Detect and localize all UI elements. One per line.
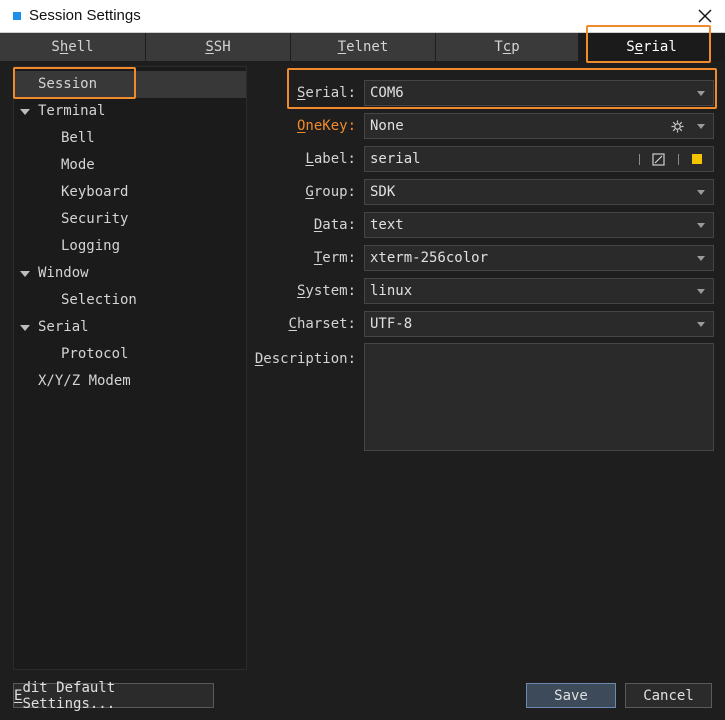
tree-item-label: Window (38, 265, 89, 281)
group-select[interactable]: SDK (364, 179, 714, 205)
tree-item-label: X/Y/Z Modem (38, 373, 131, 389)
expand-arrow-icon[interactable] (20, 271, 30, 277)
tree-item-window[interactable]: Window (14, 260, 246, 287)
tab-label-mnemonic: c (502, 39, 512, 55)
expand-arrow-icon[interactable] (20, 109, 30, 115)
tree-item-xyz-modem[interactable]: X/Y/Z Modem (14, 368, 246, 395)
settings-tree: Session Terminal Bell Mode Keyboard Secu… (13, 66, 247, 670)
label-input[interactable] (365, 147, 630, 171)
button-label: dit Default Settings... (22, 679, 116, 712)
close-button[interactable] (692, 3, 718, 29)
system-label: System: (296, 283, 356, 299)
tab-telnet[interactable]: Telnet (291, 33, 436, 61)
tab-shell[interactable]: Sh ell (0, 33, 146, 61)
tree-item-logging[interactable]: Logging (14, 233, 246, 260)
tab-label: SH (213, 39, 231, 55)
tab-label: T (494, 39, 503, 55)
tab-label-mnemonic: T (337, 39, 347, 55)
tree-item-label: Selection (61, 292, 137, 308)
charset-label: Charset: (288, 316, 356, 332)
data-select[interactable]: text (364, 212, 714, 238)
app-icon (13, 12, 21, 20)
tree-item-label: Logging (61, 238, 121, 254)
tree-item-protocol[interactable]: Protocol (14, 341, 246, 368)
term-select[interactable]: xterm-256color (364, 245, 714, 271)
system-value: linux (370, 283, 413, 299)
serial-port-value: COM6 (370, 85, 404, 101)
tab-label-mnemonic: S (205, 39, 214, 55)
chevron-down-icon (697, 256, 705, 261)
edit-square-icon[interactable] (652, 153, 665, 166)
description-textarea[interactable] (364, 343, 714, 451)
color-swatch-icon[interactable] (692, 154, 702, 164)
serial-port-select[interactable]: COM6 (364, 80, 714, 106)
button-label-mnemonic: E (14, 687, 23, 704)
tab-tcp[interactable]: Tcp (436, 33, 579, 61)
tree-item-label: Bell (61, 130, 95, 146)
separator (639, 154, 640, 165)
tab-label: ell (68, 39, 94, 55)
group-value: SDK (370, 184, 396, 200)
tree-item-label: Terminal (38, 103, 106, 119)
tree-item-terminal[interactable]: Terminal (14, 98, 246, 125)
chevron-down-icon (697, 289, 705, 294)
system-select[interactable]: linux (364, 278, 714, 304)
tab-serial[interactable]: Se rial (579, 33, 725, 61)
tree-item-selection[interactable]: Selection (14, 287, 246, 314)
window-title: Session Settings (29, 7, 141, 24)
onekey-label: OneKey: (296, 118, 356, 134)
tree-item-bell[interactable]: Bell (14, 125, 246, 152)
tab-label: S (626, 39, 635, 55)
tab-label: p (511, 39, 520, 55)
tab-label: elnet (346, 39, 389, 55)
tree-item-serial[interactable]: Serial (14, 314, 246, 341)
label-field[interactable] (364, 146, 714, 172)
chevron-down-icon (697, 91, 705, 96)
tab-label-mnemonic: h (59, 39, 69, 55)
charset-value: UTF-8 (370, 316, 413, 332)
expand-arrow-icon[interactable] (20, 325, 30, 331)
term-label: Term: (313, 250, 356, 266)
data-value: text (370, 217, 404, 233)
chevron-down-icon (697, 124, 705, 129)
tree-item-label: Keyboard (61, 184, 129, 200)
term-value: xterm-256color (370, 250, 489, 266)
save-button[interactable]: Save (526, 683, 616, 708)
chevron-down-icon (697, 223, 705, 228)
tree-item-mode[interactable]: Mode (14, 152, 246, 179)
separator (678, 154, 679, 165)
onekey-value: None (370, 118, 404, 134)
tree-item-label: Mode (61, 157, 95, 173)
tree-item-keyboard[interactable]: Keyboard (14, 179, 246, 206)
tab-label: rial (643, 39, 677, 55)
edit-default-settings-button[interactable]: Edit Default Settings... (13, 680, 214, 712)
chevron-down-icon (697, 322, 705, 327)
tab-ssh[interactable]: S SH (146, 33, 291, 61)
cancel-button[interactable]: Cancel (625, 683, 712, 708)
tree-item-security[interactable]: Security (14, 206, 246, 233)
onekey-select[interactable]: None (364, 113, 714, 139)
tree-item-label: Security (61, 211, 129, 227)
group-label: Group: (305, 184, 356, 200)
gear-icon[interactable] (671, 120, 684, 133)
tree-item-label: Protocol (61, 346, 129, 362)
tree-item-session[interactable]: Session (14, 71, 246, 98)
data-label: Data: (313, 217, 356, 233)
tree-item-label: Session (38, 76, 98, 92)
label-label: Label: (305, 151, 356, 167)
charset-select[interactable]: UTF-8 (364, 311, 714, 337)
chevron-down-icon (697, 190, 705, 195)
close-icon (698, 9, 712, 23)
tree-item-label: Serial (38, 319, 89, 335)
tab-label-mnemonic: e (634, 39, 644, 55)
serial-label: Serial: (296, 85, 356, 101)
tab-label: S (51, 39, 60, 55)
description-label: Description: (254, 351, 356, 367)
